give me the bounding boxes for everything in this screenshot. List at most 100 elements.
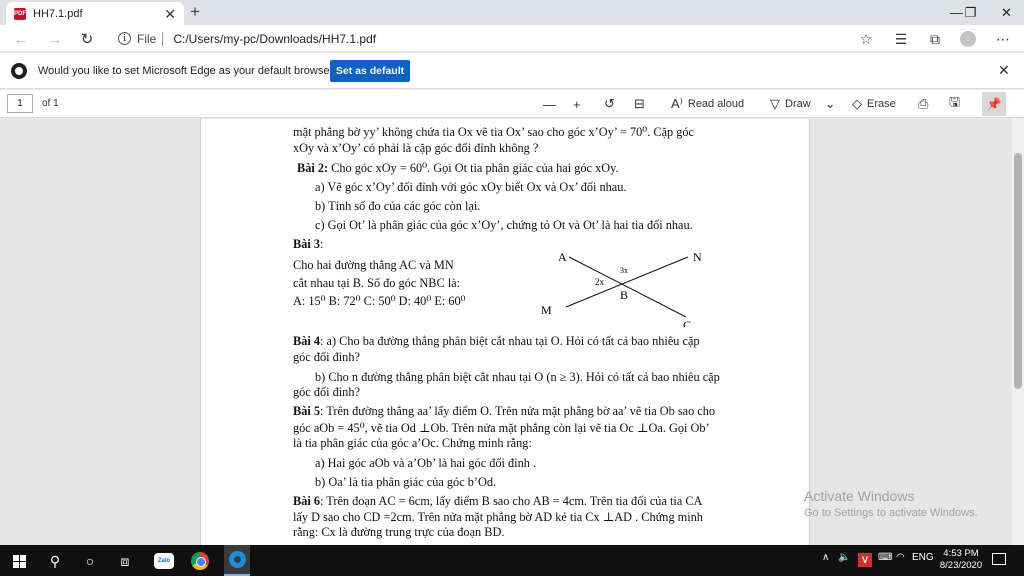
doc-line: Bài 6: Trên đoạn AC = 6cm, lấy điểm B sa…	[293, 494, 703, 508]
rotate-icon[interactable]: ↺	[604, 95, 620, 113]
doc-line: b) Oa’ là tia phân giác của góc b’Od.	[315, 475, 497, 489]
draw-label: Draw	[785, 98, 811, 110]
heading-bai4: Bài 4	[293, 334, 320, 348]
tab-title: HH7.1.pdf	[33, 7, 83, 20]
favorite-star-icon[interactable]: ☆	[855, 28, 877, 50]
scrollbar-thumb[interactable]	[1014, 153, 1022, 389]
pdf-toolbar: 1 of 1 — + ↺ ⊟ A⁾ Read aloud ▽ Draw ⌄ ◇ …	[0, 90, 1024, 118]
zoom-in-icon[interactable]: +	[573, 95, 586, 113]
label-c: C	[683, 318, 691, 327]
tray-chevron-up-icon[interactable]: ∧	[822, 552, 829, 563]
doc-line: là tia phân giác của góc a’Oc. Chứng min…	[293, 436, 532, 450]
clock[interactable]: 4:53 PM 8/23/2020	[936, 548, 986, 572]
save-icon[interactable]: 🖫	[949, 94, 965, 113]
doc-line: a) Vẽ góc x’Oy’ đối đỉnh với góc xOy biế…	[315, 180, 627, 194]
set-as-default-button[interactable]: Set as default	[330, 60, 410, 82]
doc-line: rằng: Cx là đường trung trực của đoạn BD…	[293, 525, 505, 539]
url-text[interactable]: C:/Users/my-pc/Downloads/HH7.1.pdf	[173, 32, 376, 46]
keyboard-icon[interactable]: ⌨	[878, 552, 892, 563]
doc-line: A: 15⁰ B: 72⁰ C: 50⁰ D: 40⁰ E: 60⁰	[293, 294, 466, 308]
forward-arrow-icon[interactable]: →	[44, 28, 66, 50]
label-3x: 3x	[620, 266, 628, 275]
doc-line: mặt phẳng bờ yy’ không chứa tia Ox vẽ ti…	[293, 125, 695, 139]
tab-strip: PDF HH7.1.pdf ✕ + — ❐ ✕	[0, 0, 1024, 25]
info-icon[interactable]: i	[118, 32, 131, 45]
heading-bai2: Bài 2:	[297, 161, 329, 175]
notifications-icon[interactable]	[992, 553, 1006, 565]
network-icon[interactable]: ◠	[896, 552, 905, 563]
cortana-icon[interactable]: ○	[79, 550, 101, 572]
taskbar: ⚲ ○ ⧈ Zalo ∧ 🔈 V ⌨ ◠ ENG 4:53 PM 8/23/20…	[0, 545, 1024, 576]
doc-line: lấy D sao cho CD =2cm. Trên nửa mặt phẳn…	[293, 510, 703, 524]
close-window-button[interactable]: ✕	[984, 0, 1024, 25]
task-view-icon[interactable]: ⧈	[114, 550, 136, 572]
default-browser-infobar: Would you like to set Microsoft Edge as …	[0, 53, 1024, 89]
infobar-message: Would you like to set Microsoft Edge as …	[38, 65, 340, 77]
zoom-out-icon[interactable]: —	[543, 95, 561, 113]
pdf-viewer[interactable]: mặt phẳng bờ yy’ không chứa tia Ox vẽ ti…	[0, 119, 1024, 545]
page-number-input[interactable]: 1	[7, 94, 33, 113]
heading-bai6: Bài 6	[293, 494, 320, 508]
navigation-bar: ← → ↻ i File C:/Users/my-pc/Downloads/HH…	[0, 25, 1024, 52]
clock-time: 4:53 PM	[943, 548, 979, 559]
doc-line: c) Gọi Ot’ là phân giác của góc x’Oy’, c…	[315, 218, 693, 232]
tab-close-icon[interactable]: ✕	[164, 7, 176, 21]
doc-line: b) Cho n đường thẳng phân biệt cắt nhau …	[315, 370, 720, 384]
print-icon[interactable]: ⎙	[918, 95, 933, 113]
doc-line: Bài 3:	[293, 237, 324, 251]
doc-line: Bài 4: a) Cho ba đường thẳng phân biệt c…	[293, 334, 700, 348]
windows-start-icon[interactable]	[8, 550, 30, 572]
address-bar[interactable]: i File C:/Users/my-pc/Downloads/HH7.1.pd…	[110, 27, 880, 50]
vertical-scrollbar[interactable]	[1012, 119, 1024, 545]
intersecting-lines-diagram: A N M C B 2x 3x	[536, 247, 706, 332]
doc-line: Cho hai đường thẳng AC và MN	[293, 258, 454, 272]
edge-logo-icon	[11, 63, 27, 79]
profile-avatar[interactable]	[957, 28, 979, 50]
tab-pdf[interactable]: PDF HH7.1.pdf ✕	[6, 2, 184, 25]
url-scheme: File	[137, 31, 157, 46]
chevron-down-icon[interactable]: ⌄	[825, 96, 836, 112]
doc-line: xOy và x’Oy’ có phải là cặp góc đối đỉnh…	[293, 141, 539, 155]
label-m: M	[541, 303, 552, 317]
new-tab-button[interactable]: +	[190, 3, 200, 21]
draw-pen-icon: ▽	[770, 96, 780, 111]
clock-date: 8/23/2020	[939, 560, 983, 571]
fit-page-icon[interactable]: ⊟	[634, 95, 650, 113]
read-aloud-icon: A⁾	[671, 96, 683, 111]
doc-line: góc đối đỉnh?	[293, 385, 360, 399]
doc-line: Bài 2: Cho góc xOy = 60⁰. Gọi Ot tia phâ…	[297, 161, 619, 175]
back-arrow-icon[interactable]: ←	[10, 28, 32, 50]
label-2x: 2x	[595, 277, 605, 287]
doc-line: a) Hai góc aOb và a’Ob’ là hai góc đối đ…	[315, 456, 537, 470]
doc-line: Bài 5: Trên đường thẳng aa’ lấy điểm O. …	[293, 404, 716, 418]
activate-windows-title: Activate Windows	[804, 488, 915, 504]
read-aloud-button[interactable]: A⁾ Read aloud	[671, 95, 744, 113]
draw-button[interactable]: ▽ Draw ⌄	[770, 95, 841, 113]
pdf-icon: PDF	[14, 7, 26, 20]
search-icon[interactable]: ⚲	[44, 550, 66, 572]
zalo-icon[interactable]: Zalo	[153, 550, 175, 572]
label-b: B	[620, 288, 628, 302]
language-indicator[interactable]: ENG	[912, 552, 934, 563]
favorites-list-icon[interactable]: ☰	[890, 28, 912, 50]
collections-icon[interactable]: ⧉	[924, 28, 946, 50]
erase-button[interactable]: ◇ Erase	[852, 95, 896, 113]
chrome-icon[interactable]	[189, 550, 211, 572]
pin-toolbar-icon[interactable]: 📌	[982, 92, 1006, 116]
erase-label: Erase	[867, 98, 896, 110]
doc-line: cắt nhau tại B. Số đo góc NBC là:	[293, 276, 461, 290]
more-menu-icon[interactable]: ⋯	[992, 28, 1014, 50]
edge-taskbar-icon[interactable]	[224, 545, 250, 576]
doc-line: b) Tính số đo của các góc còn lại.	[315, 199, 481, 213]
read-aloud-label: Read aloud	[687, 98, 745, 110]
label-n: N	[693, 250, 702, 264]
doc-line: góc đối đỉnh?	[293, 350, 360, 364]
heading-bai5: Bài 5	[293, 404, 320, 418]
v-app-icon[interactable]: V	[858, 553, 872, 567]
eraser-icon: ◇	[852, 96, 862, 111]
refresh-icon[interactable]: ↻	[76, 28, 98, 50]
heading-bai3: Bài 3	[293, 237, 320, 251]
infobar-close-icon[interactable]: ✕	[998, 62, 1010, 79]
doc-line: góc aOb = 45⁰, vẽ tia Od ⊥Ob. Trên nửa m…	[293, 421, 710, 435]
volume-icon[interactable]: 🔈	[838, 552, 850, 563]
